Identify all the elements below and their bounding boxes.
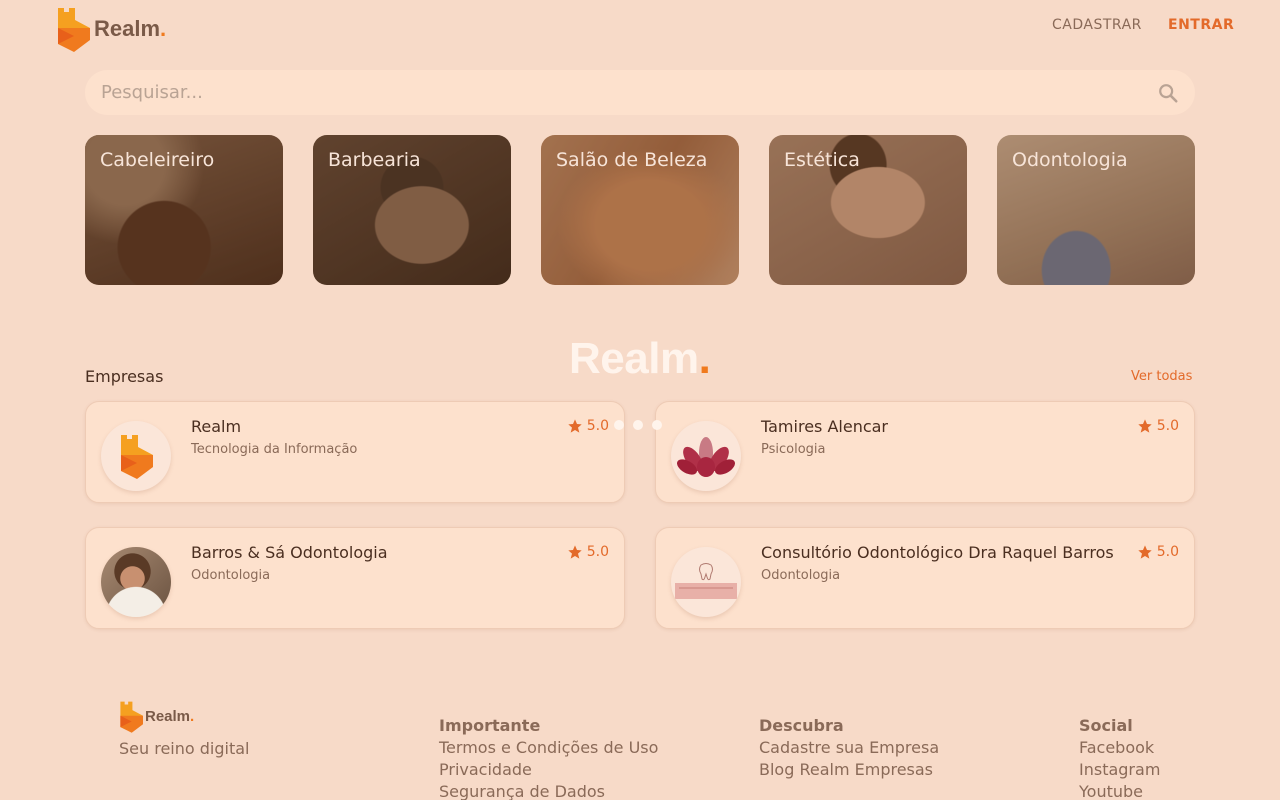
company-name: Consultório Odontológico Dra Raquel Barr… (761, 543, 1114, 562)
login-link[interactable]: ENTRAR (1168, 17, 1234, 33)
lotus-logo-icon (677, 437, 735, 477)
company-card[interactable]: Consultório Odontológico Dra Raquel Barr… (655, 527, 1195, 629)
category-label: Salão de Beleza (556, 149, 708, 171)
footer-column-title: Importante (439, 716, 541, 735)
footer-logo-text: Realm. (145, 708, 195, 725)
footer-link-privacy[interactable]: Privacidade (439, 759, 658, 781)
footer-tagline: Seu reino digital (119, 739, 250, 758)
category-label: Cabeleireiro (100, 149, 215, 171)
company-category: Odontologia (191, 568, 271, 583)
star-icon (1138, 545, 1152, 559)
footer-link-youtube[interactable]: Youtube (1079, 781, 1160, 800)
realm-logo-icon (121, 435, 153, 479)
category-label: Barbearia (328, 149, 421, 171)
company-card[interactable]: Realm Tecnologia da Informação 5.0 (85, 401, 625, 503)
footer-link-data-security[interactable]: Segurança de Dados (439, 781, 658, 800)
company-category: Odontologia (761, 568, 841, 583)
footer-column-social: Social Facebook Instagram Youtube (1079, 716, 1160, 800)
rating-value: 5.0 (586, 418, 609, 434)
company-avatar (671, 547, 741, 617)
star-icon (1138, 419, 1152, 433)
search-bar (85, 70, 1195, 115)
loading-dots (614, 420, 662, 430)
company-card[interactable]: Tamires Alencar Psicologia 5.0 (655, 401, 1195, 503)
page: Realm. CADASTRAR ENTRAR Cabeleireiro Bar… (0, 0, 1280, 800)
footer-column-descubra: Descubra Cadastre sua Empresa Blog Realm… (759, 716, 939, 781)
category-card-estetica[interactable]: Estética (769, 135, 967, 285)
footer-column-importante: Importante Termos e Condições de Uso Pri… (439, 716, 658, 800)
rating-value: 5.0 (1156, 418, 1179, 434)
loading-dot (614, 420, 624, 430)
company-name: Barros & Sá Odontologia (191, 543, 388, 562)
footer-logo[interactable]: Realm. (119, 700, 194, 733)
company-card[interactable]: Barros & Sá Odontologia Odontologia 5.0 (85, 527, 625, 629)
footer-link-facebook[interactable]: Facebook (1079, 737, 1160, 759)
star-icon (568, 545, 582, 559)
company-category: Psicologia (761, 442, 826, 457)
category-card-cabeleireiro[interactable]: Cabeleireiro (85, 135, 283, 285)
search-input[interactable] (101, 70, 1141, 115)
company-rating: 5.0 (1137, 544, 1179, 560)
search-icon[interactable] (1157, 82, 1179, 104)
rating-value: 5.0 (1156, 544, 1179, 560)
header: Realm. CADASTRAR ENTRAR (0, 0, 1280, 56)
see-all-link[interactable]: Ver todas (1131, 369, 1192, 384)
logo[interactable]: Realm. (56, 6, 166, 52)
star-icon (568, 419, 582, 433)
footer-column-title: Descubra (759, 716, 844, 735)
company-avatar (671, 421, 741, 491)
logo-text: Realm. (94, 16, 167, 41)
realm-logo-icon (120, 701, 143, 733)
company-avatar (101, 421, 171, 491)
rating-value: 5.0 (586, 544, 609, 560)
company-name: Tamires Alencar (761, 417, 889, 436)
footer-link-blog[interactable]: Blog Realm Empresas (759, 759, 939, 781)
footer-link-register-company[interactable]: Cadastre sua Empresa (759, 737, 939, 759)
company-rating: 5.0 (567, 418, 609, 434)
company-name: Realm (191, 417, 242, 436)
footer-link-instagram[interactable]: Instagram (1079, 759, 1160, 781)
company-category: Tecnologia da Informação (191, 442, 358, 457)
category-card-salao-de-beleza[interactable]: Salão de Beleza (541, 135, 739, 285)
tooth-logo-icon (675, 563, 737, 599)
company-rating: 5.0 (1137, 418, 1179, 434)
realm-logo-icon (58, 8, 90, 52)
category-card-barbearia[interactable]: Barbearia (313, 135, 511, 285)
signup-link[interactable]: CADASTRAR (1052, 17, 1142, 33)
loading-dot (633, 420, 643, 430)
company-rating: 5.0 (567, 544, 609, 560)
loading-logo: Realm. (569, 334, 711, 383)
footer-link-terms[interactable]: Termos e Condições de Uso (439, 737, 658, 759)
category-label: Odontologia (1012, 149, 1128, 171)
company-avatar (101, 547, 171, 617)
companies-section-title: Empresas (85, 367, 164, 386)
category-card-odontologia[interactable]: Odontologia (997, 135, 1195, 285)
loading-dot (652, 420, 662, 430)
category-label: Estética (784, 149, 860, 171)
footer-column-title: Social (1079, 716, 1133, 735)
